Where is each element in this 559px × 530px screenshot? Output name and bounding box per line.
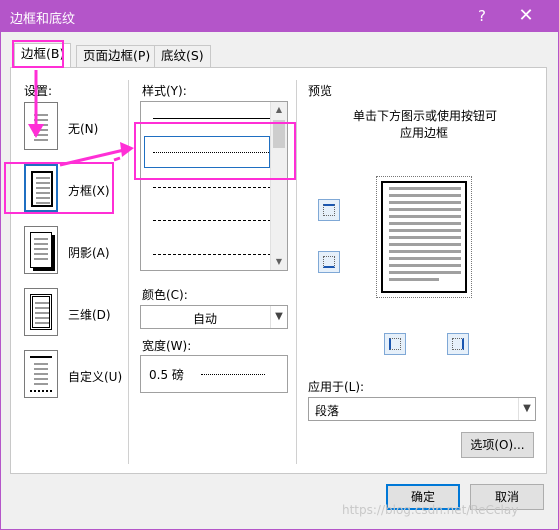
top-border-button[interactable] — [318, 199, 340, 221]
apply-to-value: 段落 — [315, 404, 340, 418]
setting-3d-button[interactable] — [24, 288, 58, 336]
chevron-down-icon[interactable]: ▼ — [518, 398, 535, 420]
right-border-button[interactable] — [447, 333, 469, 355]
setting-shadow-button[interactable] — [24, 226, 58, 274]
right-border-icon — [452, 338, 464, 350]
setting-shadow-label: 阴影(A) — [68, 246, 110, 260]
style-option-solid[interactable] — [153, 118, 271, 119]
scroll-down-icon[interactable]: ▼ — [271, 254, 287, 270]
color-label: 颜色(C): — [142, 288, 188, 302]
preview-instructions-2: 应用边框 — [400, 126, 449, 140]
setting-3d-icon — [30, 294, 52, 330]
apply-to-label: 应用于(L): — [308, 380, 365, 394]
setting-custom-button[interactable] — [24, 350, 58, 398]
left-border-button[interactable] — [384, 333, 406, 355]
settings-heading: 设置: — [24, 84, 53, 98]
bottom-border-icon — [323, 256, 335, 268]
window-title: 边框和底纹 — [10, 12, 76, 27]
style-option-dash-dot[interactable] — [153, 254, 271, 255]
left-border-icon — [389, 338, 401, 350]
setting-shadow-icon — [30, 232, 52, 268]
style-label: 样式(Y): — [142, 84, 187, 98]
preview-heading: 预览 — [308, 84, 333, 98]
width-value: 0.5 磅 — [149, 368, 184, 382]
setting-3d-label: 三维(D) — [68, 308, 111, 322]
top-border-icon — [323, 204, 335, 216]
setting-none-label: 无(N) — [68, 122, 99, 136]
divider-left — [128, 80, 129, 464]
width-combo[interactable]: 0.5 磅 — [140, 355, 288, 393]
highlight-style-dotted — [134, 122, 296, 180]
watermark: https://blog.csdn.net/ReCclay — [342, 503, 519, 517]
help-button[interactable]: ? — [468, 4, 496, 28]
bottom-border-button[interactable] — [318, 251, 340, 273]
apply-to-combo[interactable]: 段落 ▼ — [308, 397, 536, 421]
tab-page-borders[interactable]: 页面边框(P) — [76, 45, 158, 67]
highlight-tab-borders — [12, 40, 64, 68]
color-value: 自动 — [193, 312, 218, 326]
divider-right — [296, 80, 297, 464]
preview-instructions-1: 单击下方图示或使用按钮可 — [353, 109, 498, 123]
options-button[interactable]: 选项(O)... — [461, 432, 534, 458]
color-combo[interactable]: 自动 ▼ — [140, 305, 288, 329]
title-bar: 边框和底纹 ? ✕ — [0, 0, 559, 32]
style-option-dashed[interactable] — [153, 220, 271, 221]
chevron-down-icon[interactable]: ▼ — [270, 306, 287, 328]
setting-none-button[interactable] — [24, 102, 58, 150]
setting-custom-icon — [30, 356, 52, 392]
close-button[interactable]: ✕ — [512, 4, 540, 28]
style-option-dashed-small[interactable] — [153, 187, 271, 188]
tab-shading[interactable]: 底纹(S) — [154, 45, 211, 67]
setting-none-icon — [30, 108, 52, 144]
highlight-setting-box — [4, 162, 114, 214]
scroll-up-icon[interactable]: ▲ — [271, 102, 287, 118]
width-label: 宽度(W): — [142, 339, 192, 353]
width-sample-line — [201, 374, 265, 375]
setting-custom-label: 自定义(U) — [68, 370, 123, 384]
preview-area[interactable] — [381, 181, 467, 293]
